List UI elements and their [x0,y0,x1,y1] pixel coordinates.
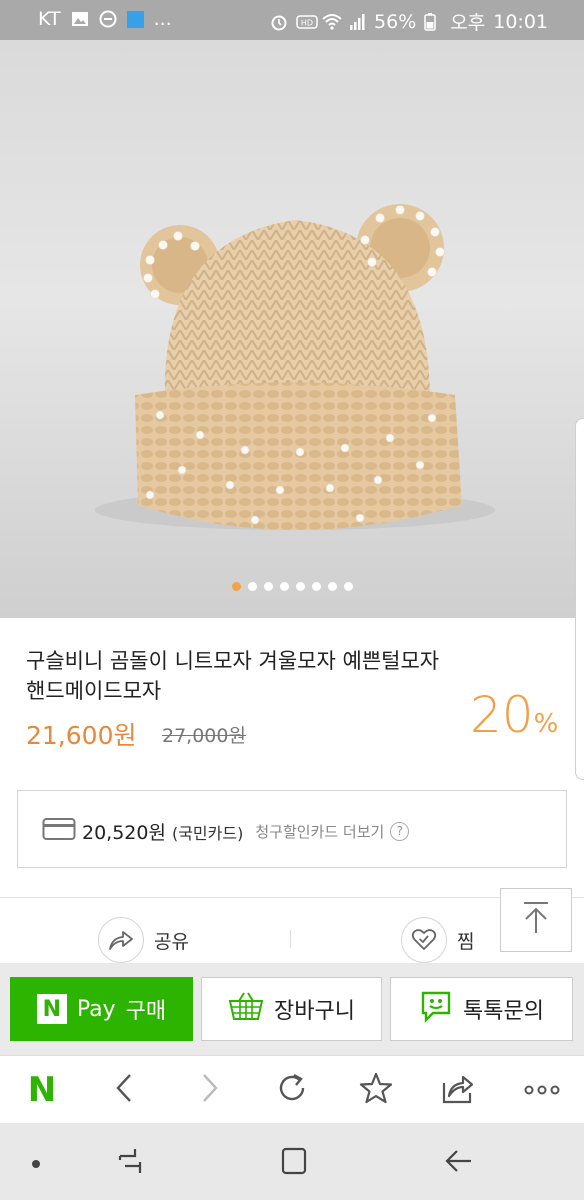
svg-text:HD: HD [301,18,313,27]
help-icon[interactable]: ? [390,822,410,841]
carousel-dot[interactable] [263,582,273,591]
share-label: 공유 [154,930,189,953]
sale-price: 21,600원 [26,721,137,750]
browser-toolbar: N [0,1055,584,1124]
wish-button[interactable]: 찜 [401,917,474,963]
original-price: 27,000원 [162,725,246,747]
wish-label: 찜 [457,930,475,953]
recent-apps-icon [115,1146,145,1180]
credit-card-icon [42,817,76,846]
signal-icon [348,13,366,31]
share-out-icon [441,1071,475,1109]
alarm-icon [270,13,288,31]
heart-check-icon [401,917,447,963]
card-name: (국민카드) [171,823,244,843]
dot-icon [31,1154,41,1173]
clock: 10:01 [493,10,548,33]
card-discount-box[interactable]: 20,520원 (국민카드) 청구할인카드 더보기 ? [17,790,567,868]
discount-unit: % [533,709,559,739]
shopping-basket-icon [228,991,264,1027]
share-icon [98,917,144,963]
npay-buy-label: 구매 [125,999,167,1024]
status-bar: KT ... HD 56% 오후 10:01 [0,0,584,40]
app-notification-icon [126,10,144,28]
scroll-to-top-button[interactable] [500,888,572,952]
carousel-dot[interactable] [327,582,337,591]
do-not-disturb-icon [99,10,117,28]
edge-panel-handle[interactable] [575,418,584,780]
card-discount-more-link[interactable]: 청구할인카드 더보기 [255,821,384,842]
npay-buy-button[interactable]: N Pay 구매 [10,977,193,1041]
ampm-label: 오후 [450,12,486,34]
divider [0,897,584,898]
chevron-right-icon [199,1073,221,1107]
card-discount-price: 20,520원 [82,822,166,844]
nav-dot-button[interactable] [18,1145,54,1181]
more-notifications: ... [153,8,172,30]
refresh-button[interactable] [272,1070,312,1110]
product-title: 구슬비니 곰돌이 니트모자 겨울모자 예쁜털모자 핸드메이드모자 [26,649,440,703]
back-arrow-icon [443,1146,473,1180]
product-photo [95,204,495,530]
recent-apps-button[interactable] [112,1145,148,1181]
hd-voice-icon: HD [296,13,318,31]
discount-rate: 20% [470,686,558,744]
carousel-dot[interactable] [311,582,321,591]
product-image-carousel[interactable] [0,40,584,618]
talk-inquiry-button[interactable]: 톡톡문의 [390,977,573,1041]
carousel-dot[interactable] [231,582,241,591]
discount-number: 20 [470,686,534,744]
battery-percent: 56% [374,10,417,33]
carousel-dot[interactable] [343,582,353,591]
carousel-dot[interactable] [247,582,257,591]
naver-home-button[interactable]: N [22,1070,62,1110]
battery-icon [424,12,442,31]
more-dots-icon [524,1081,560,1100]
home-button[interactable] [276,1145,312,1181]
cart-button[interactable]: 장바구니 [201,977,382,1041]
purchase-bar: N Pay 구매 장바구니 톡톡문의 [0,963,584,1055]
refresh-icon [275,1071,309,1109]
bookmark-button[interactable] [356,1070,396,1110]
system-navigation-bar [0,1123,584,1200]
wifi-icon [322,13,342,31]
system-back-button[interactable] [440,1145,476,1181]
star-icon [359,1071,393,1109]
share-button[interactable]: 공유 [98,917,189,963]
talk-talk-icon [419,989,453,1029]
back-button[interactable] [104,1070,144,1110]
share-page-button[interactable] [438,1070,478,1110]
carousel-dot[interactable] [279,582,289,591]
carrier-label: KT [38,8,61,30]
more-menu-button[interactable] [522,1070,562,1110]
npay-label: Pay [76,996,116,1022]
naver-n-logo: N [36,994,67,1024]
carousel-dots [0,582,584,591]
chevron-left-icon [113,1073,135,1107]
divider [290,930,291,948]
forward-button[interactable] [190,1070,230,1110]
gallery-notification-icon [71,10,89,28]
carousel-dot[interactable] [295,582,305,591]
naver-n-logo: N [27,1070,57,1110]
cart-label: 장바구니 [274,999,355,1024]
home-square-icon [279,1146,309,1180]
talk-label: 톡톡문의 [463,999,544,1024]
arrow-up-icon [521,901,551,939]
